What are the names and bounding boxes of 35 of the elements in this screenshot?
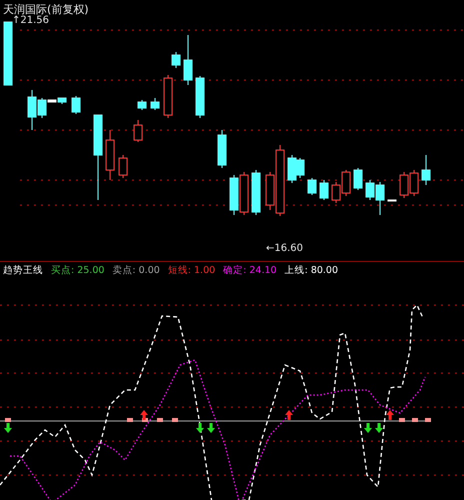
candlestick: [296, 158, 304, 178]
indicator-name: 趋势王线: [3, 264, 43, 277]
candlestick: [388, 200, 396, 202]
indicator-value: 卖点: 0.00: [112, 264, 160, 277]
candlestick: [354, 168, 362, 190]
candlestick: [172, 52, 180, 68]
candlestick: [196, 76, 204, 118]
candlestick: [342, 170, 350, 196]
candlestick: [240, 172, 248, 216]
candlestick: [184, 34, 192, 86]
candlestick: [138, 100, 146, 110]
candlestick: [252, 170, 260, 216]
indicator-value: 买点: 25.00: [51, 264, 104, 277]
candlestick: [150, 98, 160, 110]
candlestick: [400, 172, 408, 198]
low-price-label: ←16.60: [266, 243, 304, 254]
candlestick: [308, 178, 316, 196]
indicator-value: 上线: 80.00: [284, 264, 338, 277]
candlestick: [164, 74, 172, 118]
indicator-value: 短线: 1.00: [168, 264, 216, 277]
candlestick: [332, 182, 340, 204]
candlestick: [118, 154, 128, 178]
candlestick: [218, 130, 226, 168]
candlestick: [422, 154, 430, 186]
candlestick: [410, 170, 418, 196]
chart-title: 天润国际(前复权): [3, 2, 89, 16]
candlestick: [288, 154, 296, 184]
candlestick: [4, 22, 12, 86]
candlestick: [72, 96, 80, 114]
high-price-label: ↑21.56: [12, 15, 50, 26]
candlestick: [320, 180, 328, 200]
candlestick: [230, 174, 238, 216]
candlestick: [106, 130, 114, 180]
indicator-value: 确定: 24.10: [223, 264, 277, 277]
candlestick: [134, 120, 142, 142]
